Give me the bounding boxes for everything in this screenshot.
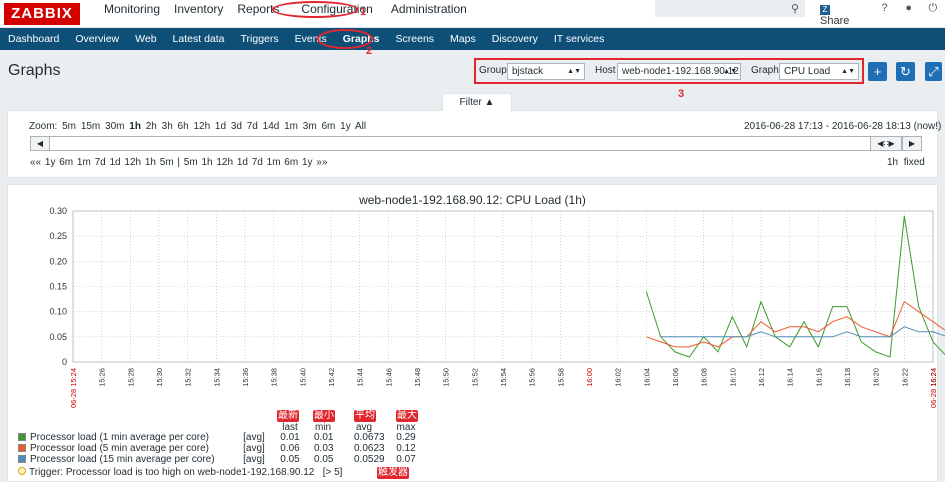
x-tick-label: 15:30: [155, 368, 164, 387]
zh-max-label: 最大: [396, 410, 418, 422]
legend-fn: [avg]: [243, 454, 265, 465]
x-edge-label: 06-28 16:24: [929, 368, 938, 408]
y-tick-label: 0.20: [49, 256, 67, 266]
x-tick-label: 15:52: [470, 368, 479, 387]
legend-row: Processor load (5 min average per core): [18, 443, 209, 454]
legend-max: 0.29: [396, 432, 416, 443]
legend-last: 0.01: [280, 432, 300, 443]
y-tick-label: 0.25: [49, 231, 67, 241]
x-tick-label: 16:18: [843, 368, 852, 387]
x-tick-label: 15:50: [442, 368, 451, 387]
y-tick-label: 0: [62, 357, 67, 367]
legend-max: 0.07: [396, 454, 416, 465]
x-tick-label: 15:42: [327, 368, 336, 387]
legend-last: 0.05: [280, 454, 300, 465]
x-tick-label: 15:38: [270, 368, 279, 387]
legend-avg: 0.0529: [354, 454, 385, 465]
x-edge-label: 06-28 15:24: [69, 368, 78, 408]
x-tick-label: 16:14: [786, 368, 795, 387]
x-tick-label: 16:02: [614, 368, 623, 387]
x-tick-label: 16:08: [700, 368, 709, 387]
legend-min: 0.01: [314, 432, 334, 443]
x-tick-label: 16:06: [671, 368, 680, 387]
x-tick-label: 16:00: [585, 368, 594, 387]
zh-trigger-label: 触发器: [377, 467, 409, 479]
legend-swatch: [18, 433, 26, 441]
legend-swatch: [18, 455, 26, 463]
zh-last-label: 最新: [277, 410, 299, 422]
trigger-row: Trigger: Processor load is too high on w…: [18, 467, 342, 478]
x-tick-label: 15:56: [528, 368, 537, 387]
y-tick-label: 0.30: [49, 206, 67, 216]
x-tick-label: 16:10: [728, 368, 737, 387]
legend-swatch: [18, 444, 26, 452]
legend-row: Processor load (15 min average per core): [18, 454, 215, 465]
x-tick-label: 16:20: [872, 368, 881, 387]
x-tick-label: 15:34: [212, 368, 221, 387]
trigger-icon: [18, 467, 26, 475]
legend-fn: [avg]: [243, 443, 265, 454]
x-tick-label: 15:32: [184, 368, 193, 387]
legend-row: Processor load (1 min average per core): [18, 432, 209, 443]
x-tick-label: 15:28: [126, 368, 135, 387]
x-tick-label: 16:16: [814, 368, 823, 387]
legend-max: 0.12: [396, 443, 416, 454]
zh-avg-label: 平均: [354, 410, 376, 422]
legend-last: 0.06: [280, 443, 300, 454]
zh-min-label: 最小: [313, 410, 335, 422]
y-tick-label: 0.05: [49, 332, 67, 342]
legend-min: 0.03: [314, 443, 334, 454]
legend-name: Processor load (5 min average per core): [30, 443, 209, 454]
x-tick-label: 15:46: [384, 368, 393, 387]
x-tick-label: 16:04: [642, 368, 651, 387]
x-tick-label: 15:48: [413, 368, 422, 387]
x-tick-label: 15:44: [356, 368, 365, 387]
legend-avg: 0.0623: [354, 443, 385, 454]
x-tick-label: 15:40: [298, 368, 307, 387]
y-tick-label: 0.15: [49, 282, 67, 292]
x-tick-label: 15:36: [241, 368, 250, 387]
y-tick-label: 0.10: [49, 307, 67, 317]
x-tick-label: 15:58: [556, 368, 565, 387]
cpu-load-chart[interactable]: 0 0.05 0.10 0.15 0.20 0.25 0.30 15:26 15:28 15:30…: [0, 0, 945, 482]
legend-fn: [avg]: [243, 432, 265, 443]
x-tick-label: 16:12: [757, 368, 766, 387]
x-tick-label: 15:26: [98, 368, 107, 387]
legend-name: Processor load (15 min average per core): [30, 454, 215, 465]
x-tick-label: 16:22: [900, 368, 909, 387]
x-tick-label: 15:54: [499, 368, 508, 387]
legend-min: 0.05: [314, 454, 334, 465]
legend-avg: 0.0673: [354, 432, 385, 443]
legend-name: Processor load (1 min average per core): [30, 432, 209, 443]
